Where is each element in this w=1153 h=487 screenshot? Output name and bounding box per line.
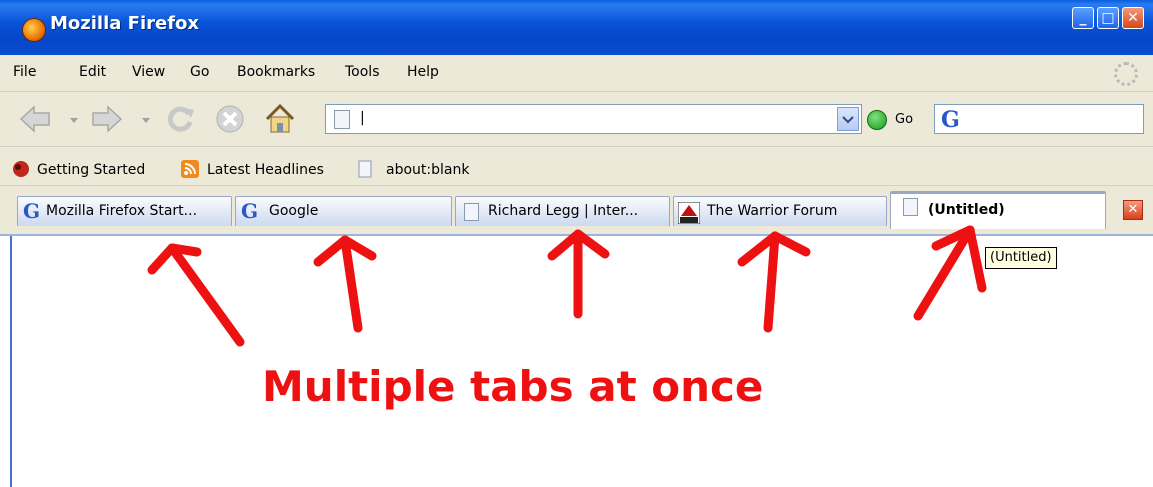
annotation-text: Multiple tabs at once [262,362,764,411]
annotation-arrows [147,225,987,347]
annotation-arrow [167,243,245,347]
annotation-arrow [763,231,780,333]
annotation-arrow [340,235,363,333]
